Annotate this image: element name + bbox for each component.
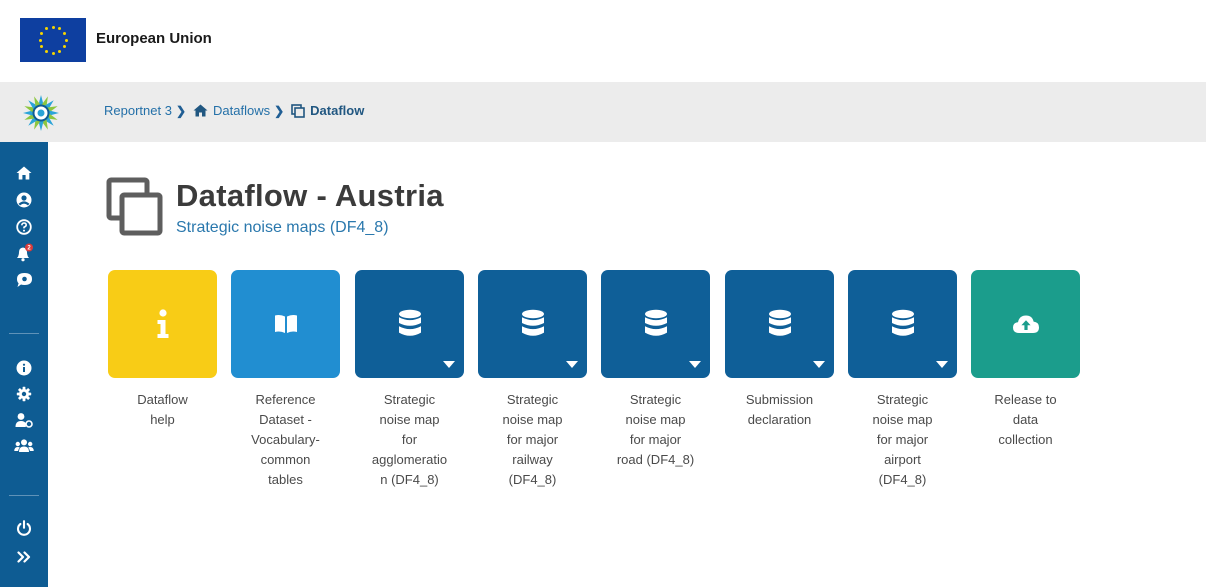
eu-star: [62, 32, 66, 35]
tile-label[interactable]: Dataflow help: [108, 390, 217, 430]
chat-icon[interactable]: [13, 270, 35, 290]
eu-title: European Union: [96, 30, 212, 47]
user-settings-icon[interactable]: [13, 410, 35, 430]
eu-star: [38, 38, 42, 42]
breadcrumb-dataflow[interactable]: Dataflow: [291, 103, 364, 118]
help-icon[interactable]: [13, 217, 35, 237]
eu-star: [40, 32, 44, 35]
eu-flag-logo[interactable]: [20, 18, 86, 62]
cloud-upload-icon: [1012, 314, 1040, 334]
tile-3[interactable]: [478, 270, 587, 378]
home-icon: [193, 104, 208, 117]
eu-star: [51, 51, 55, 55]
team-icon[interactable]: [13, 436, 35, 456]
tile-7[interactable]: [971, 270, 1080, 378]
eu-star: [45, 49, 48, 53]
eu-star: [64, 38, 68, 42]
book-icon: [274, 314, 298, 334]
caret-down-icon[interactable]: [689, 361, 701, 368]
caret-down-icon[interactable]: [936, 361, 948, 368]
page-title: Dataflow - Austria: [176, 178, 444, 213]
tile-label[interactable]: Reference Dataset - Vocabulary- common t…: [231, 390, 340, 490]
tile-label[interactable]: Submission declaration: [725, 390, 834, 430]
tile-label[interactable]: Strategic noise map for major railway (D…: [478, 390, 587, 490]
tile-5[interactable]: [725, 270, 834, 378]
notifications-icon[interactable]: 2: [13, 243, 35, 263]
reportnet-logo[interactable]: [20, 94, 62, 132]
tile-label[interactable]: Release to data collection: [971, 390, 1080, 450]
eu-star: [40, 45, 44, 48]
clone-icon: [291, 103, 305, 118]
eu-star: [58, 27, 61, 31]
database-icon: [644, 309, 668, 339]
tile-6[interactable]: [848, 270, 957, 378]
eu-star: [62, 45, 66, 48]
dataflow-clone-icon: [106, 177, 163, 236]
chevron-right-icon: ❯: [274, 103, 285, 118]
eu-bar: European Union: [0, 0, 1206, 82]
tile-4[interactable]: [601, 270, 710, 378]
tile-2[interactable]: [355, 270, 464, 378]
settings-icon[interactable]: [13, 384, 35, 404]
database-icon: [891, 309, 915, 339]
tile-1[interactable]: [231, 270, 340, 378]
breadcrumb: Reportnet 3 ❯ Dataflows ❯ Dataflow: [104, 103, 364, 118]
breadcrumb-reportnet[interactable]: Reportnet 3: [104, 103, 172, 118]
sidebar-divider: [9, 495, 39, 496]
user-profile-icon[interactable]: [13, 190, 35, 210]
info-icon[interactable]: [13, 358, 35, 378]
home-icon[interactable]: [13, 163, 35, 183]
tile-0[interactable]: [108, 270, 217, 378]
tile-label[interactable]: Strategic noise map for major road (DF4_…: [601, 390, 710, 470]
eu-star: [45, 27, 48, 31]
database-icon: [521, 309, 545, 339]
tile-label[interactable]: Strategic noise map for major airport (D…: [848, 390, 957, 490]
chevron-right-icon: ❯: [175, 103, 186, 118]
sidebar-divider: [9, 333, 39, 334]
caret-down-icon[interactable]: [443, 361, 455, 368]
eu-star: [51, 25, 55, 29]
tile-label[interactable]: Strategic noise map for agglomeratio n (…: [355, 390, 464, 490]
caret-down-icon[interactable]: [813, 361, 825, 368]
breadcrumb-dataflows-label: Dataflows: [213, 103, 271, 118]
breadcrumb-dataflows[interactable]: Dataflows: [193, 103, 270, 118]
app-header: Reportnet 3 ❯ Dataflows ❯ Dataflow: [0, 82, 1206, 142]
breadcrumb-reportnet-label: Reportnet 3: [104, 103, 172, 118]
database-icon: [768, 309, 792, 339]
breadcrumb-dataflow-label: Dataflow: [310, 103, 365, 118]
page-subtitle: Strategic noise maps (DF4_8): [176, 219, 389, 236]
power-icon[interactable]: [13, 518, 35, 538]
expand-sidebar-icon[interactable]: [13, 547, 35, 567]
database-icon: [398, 309, 422, 339]
left-sidebar: 2: [0, 142, 48, 587]
eu-star: [58, 49, 61, 53]
info-icon: [156, 309, 170, 339]
caret-down-icon[interactable]: [566, 361, 578, 368]
